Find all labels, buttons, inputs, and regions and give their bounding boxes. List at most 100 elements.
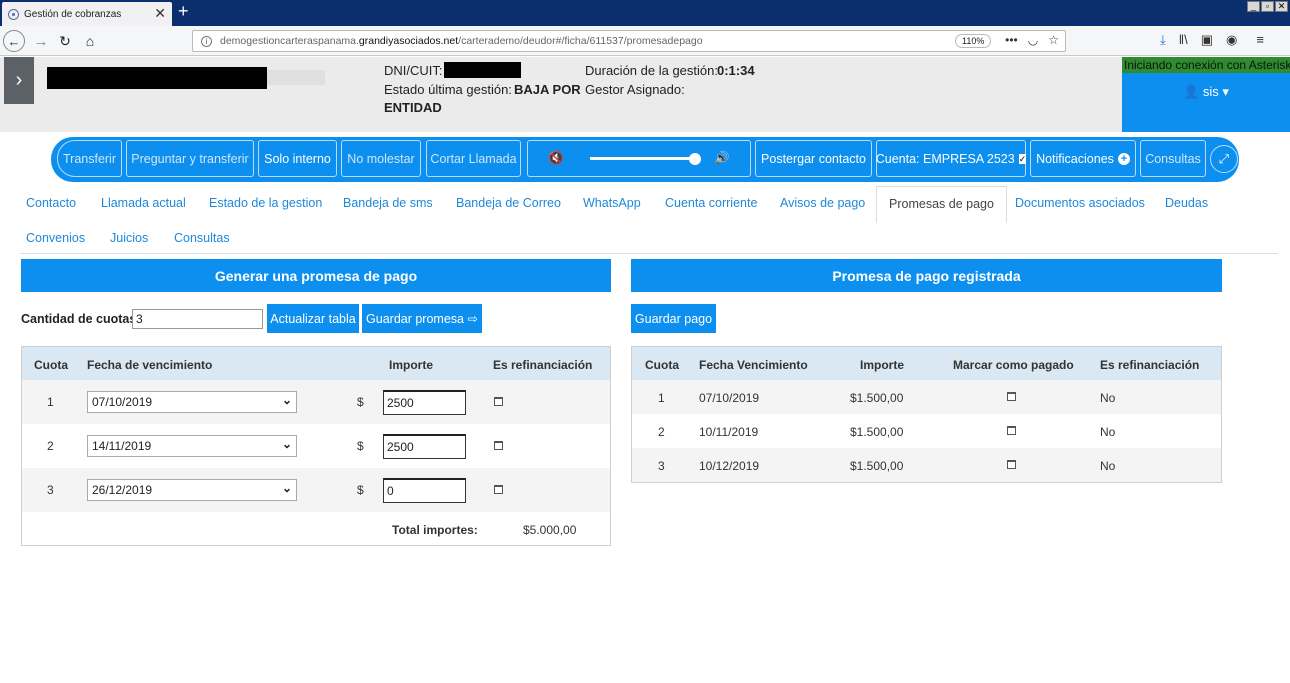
- tab-avisos-pago[interactable]: Avisos de pago: [780, 196, 865, 210]
- close-tab-icon[interactable]: ✕: [154, 5, 166, 22]
- fecha-value: 07/10/2019: [92, 395, 153, 409]
- url-domain: grandiyasociados.net: [358, 35, 459, 47]
- minimize-icon[interactable]: _: [1247, 1, 1260, 12]
- address-bar[interactable]: i demogestioncarteraspanama. grandiyasoci…: [192, 30, 1066, 52]
- restore-icon[interactable]: ▫: [1261, 1, 1274, 12]
- promesa-registrada-table: Cuota Fecha Vencimiento Importe Marcar c…: [631, 346, 1222, 483]
- cantidad-cuotas-input[interactable]: [132, 309, 263, 329]
- volume-slider-track[interactable]: [590, 157, 700, 160]
- tab-cuenta-corriente[interactable]: Cuenta corriente: [665, 196, 757, 210]
- gestor-label: Gestor Asignado:: [585, 82, 685, 97]
- no-molestar-button[interactable]: No molestar: [341, 140, 421, 177]
- user-icon: 👤: [1183, 84, 1200, 99]
- col-cuota: Cuota: [645, 358, 679, 372]
- fecha-select[interactable]: 26/12/2019 ⌄: [87, 479, 297, 501]
- info-icon[interactable]: i: [201, 35, 212, 47]
- marcar-pagado-checkbox[interactable]: [1007, 392, 1016, 401]
- sidebar-icon[interactable]: ▣: [1201, 32, 1213, 48]
- tab-consultas[interactable]: Consultas: [174, 231, 230, 245]
- fecha-vencimiento: 10/11/2019: [699, 425, 759, 439]
- fecha-select[interactable]: 14/11/2019 ⌄: [87, 435, 297, 457]
- refinanciacion-value: No: [1100, 425, 1116, 439]
- browser-tab-title: Gestión de cobranzas: [24, 8, 122, 20]
- importe-value: $1.500,00: [850, 459, 904, 473]
- tab-bandeja-sms[interactable]: Bandeja de sms: [343, 196, 433, 210]
- col-cuota: Cuota: [34, 358, 68, 372]
- browser-tab[interactable]: Gestión de cobranzas ✕: [2, 2, 172, 26]
- refinanciacion-checkbox[interactable]: [494, 441, 503, 450]
- col-marcar-pagado: Marcar como pagado: [953, 358, 1074, 372]
- mute-icon[interactable]: 🔇: [548, 151, 564, 166]
- transferir-button[interactable]: Transferir: [57, 140, 122, 177]
- tab-llamada-actual[interactable]: Llamada actual: [101, 196, 186, 210]
- user-menu[interactable]: 👤 sis ▾: [1122, 84, 1290, 100]
- zoom-level[interactable]: 110%: [955, 34, 992, 48]
- tab-convenios[interactable]: Convenios: [26, 231, 85, 245]
- cuenta-label: Cuenta: EMPRESA 2523: [875, 151, 1015, 166]
- expand-icon[interactable]: ⤢: [1210, 145, 1238, 173]
- account-icon[interactable]: ◉: [1226, 32, 1237, 48]
- checkbox-checked-icon: ✓: [1018, 153, 1027, 164]
- notificaciones-button[interactable]: Notificaciones +: [1030, 140, 1136, 177]
- tab-juicios[interactable]: Juicios: [110, 231, 148, 245]
- notificaciones-label: Notificaciones: [1036, 151, 1114, 166]
- tab-estado-gestion[interactable]: Estado de la gestion: [209, 196, 322, 210]
- tab-bandeja-correo[interactable]: Bandeja de Correo: [456, 196, 561, 210]
- generar-promesa-title: Generar una promesa de pago: [21, 259, 611, 292]
- marcar-pagado-checkbox[interactable]: [1007, 460, 1016, 469]
- table-row: 2 10/11/2019 $1.500,00 No: [632, 414, 1221, 448]
- refinanciacion-checkbox[interactable]: [494, 397, 503, 406]
- reload-icon[interactable]: ↻: [54, 30, 76, 52]
- estado-value-cont: ENTIDAD: [384, 100, 442, 115]
- importe-value: $1.500,00: [850, 425, 904, 439]
- importe-input[interactable]: [383, 478, 466, 503]
- fecha-select[interactable]: 07/10/2019 ⌄: [87, 391, 297, 413]
- library-icon[interactable]: ‖\: [1179, 32, 1188, 48]
- importe-input[interactable]: [383, 390, 466, 415]
- cortar-llamada-button[interactable]: Cortar Llamada: [426, 140, 521, 177]
- chevron-right-icon[interactable]: ›: [4, 57, 34, 104]
- table-row: 3 10/12/2019 $1.500,00 No: [632, 448, 1221, 482]
- volume-up-icon[interactable]: 🔊: [714, 151, 730, 166]
- tab-promesas-pago[interactable]: Promesas de pago: [876, 186, 1007, 223]
- home-icon[interactable]: ⌂: [79, 30, 101, 52]
- window-close-icon[interactable]: ✕: [1275, 1, 1288, 12]
- pocket-icon[interactable]: ◡: [1028, 33, 1038, 47]
- currency-symbol: $: [357, 483, 364, 497]
- forward-arrow-icon[interactable]: →: [30, 30, 52, 52]
- browser-tab-bar: Gestión de cobranzas ✕ + _ ▫ ✕: [0, 0, 1290, 26]
- tab-whatsapp[interactable]: WhatsApp: [583, 196, 641, 210]
- bookmark-star-icon[interactable]: ☆: [1048, 33, 1059, 47]
- chevron-down-icon: ⌄: [281, 481, 292, 495]
- volume-slider-handle[interactable]: [688, 153, 701, 165]
- col-fecha-vencimiento: Fecha Vencimiento: [699, 358, 808, 372]
- cuenta-button[interactable]: Cuenta: EMPRESA 2523 ✓: [875, 140, 1027, 177]
- solo-interno-button[interactable]: Solo interno: [258, 140, 337, 177]
- col-fecha-vencimiento: Fecha de vencimiento: [87, 358, 213, 372]
- estado-label: Estado última gestión:: [384, 82, 512, 97]
- actualizar-tabla-button[interactable]: Actualizar tabla: [267, 304, 359, 333]
- page-actions-icon[interactable]: •••: [1005, 33, 1018, 47]
- total-importes-value: $5.000,00: [523, 523, 577, 537]
- cantidad-cuotas-label: Cantidad de cuotas: [21, 312, 137, 326]
- new-tab-icon[interactable]: +: [178, 1, 189, 22]
- fecha-value: 14/11/2019: [92, 439, 152, 453]
- tabs-divider: [20, 253, 1278, 254]
- postergar-contacto-button[interactable]: Postergar contacto: [755, 140, 872, 177]
- back-arrow-icon[interactable]: ←: [3, 30, 25, 52]
- guardar-pago-button[interactable]: Guardar pago: [631, 304, 716, 333]
- tab-documentos-asociados[interactable]: Documentos asociados: [1015, 196, 1145, 210]
- menu-icon[interactable]: ≡: [1256, 32, 1264, 48]
- marcar-pagado-checkbox[interactable]: [1007, 426, 1016, 435]
- preguntar-transferir-button[interactable]: Preguntar y transferir: [126, 140, 254, 177]
- cuota-number: 2: [47, 439, 54, 453]
- consultas-button[interactable]: Consultas: [1140, 140, 1206, 177]
- plus-circle-icon: +: [1117, 152, 1130, 165]
- download-icon[interactable]: ⤓: [1160, 32, 1166, 48]
- tab-deudas[interactable]: Deudas: [1165, 196, 1208, 210]
- importe-input[interactable]: [383, 434, 466, 459]
- guardar-promesa-button[interactable]: Guardar promesa ⇨: [362, 304, 482, 333]
- refinanciacion-checkbox[interactable]: [494, 485, 503, 494]
- tab-contacto[interactable]: Contacto: [26, 196, 76, 210]
- col-es-refinanciacion: Es refinanciación: [1100, 358, 1200, 372]
